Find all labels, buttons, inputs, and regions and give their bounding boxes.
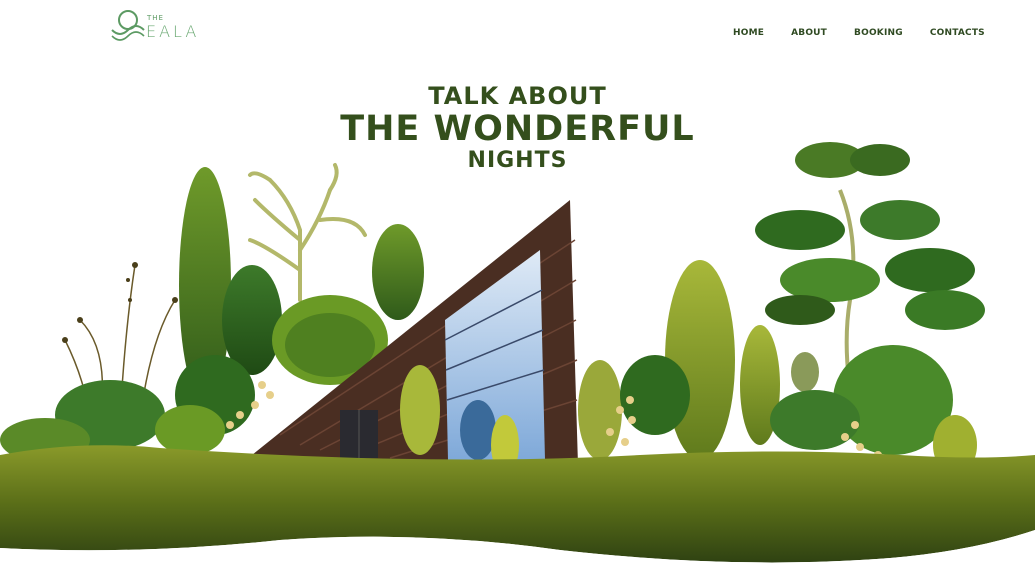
hero-line-3: NIGHTS: [467, 148, 568, 173]
hero-line-2: THE WONDERFUL: [340, 109, 695, 149]
tree-lime-tall: [665, 260, 735, 460]
hero-line-1: TALK ABOUT: [428, 82, 607, 110]
tree-oval-mid: [372, 224, 424, 320]
hero-title: TALK ABOUT THE WONDERFUL NIGHTS: [0, 82, 1035, 174]
